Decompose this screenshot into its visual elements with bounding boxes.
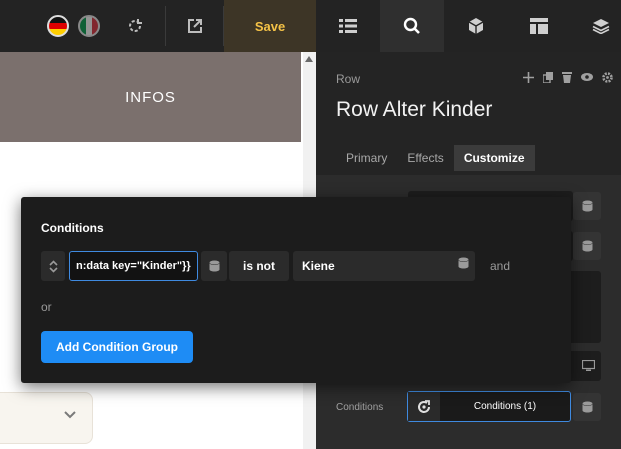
gear-icon[interactable] (602, 72, 613, 83)
or-label: or (41, 300, 52, 314)
preview-button[interactable] (182, 0, 208, 52)
scroll-up-icon[interactable] (305, 56, 313, 62)
element-actions (523, 72, 613, 83)
element-type-label: Row (336, 72, 361, 86)
canvas-dropdown[interactable] (0, 392, 93, 444)
condition-value-input[interactable]: Kiene (293, 251, 475, 281)
layout-icon (530, 18, 548, 34)
database-icon (209, 260, 220, 272)
database-icon[interactable] (573, 192, 601, 220)
top-toolbar: Save (0, 0, 621, 52)
tab-customize[interactable]: Customize (453, 145, 535, 171)
tab-primary[interactable]: Primary (336, 145, 397, 171)
monitor-icon (582, 360, 595, 371)
refresh-button[interactable] (122, 0, 148, 52)
move-icon[interactable] (523, 72, 534, 83)
and-button[interactable]: and (490, 259, 510, 273)
tab-layers[interactable] (581, 0, 621, 52)
element-title: Row Alter Kinder (336, 98, 493, 121)
trash-icon[interactable] (562, 72, 572, 83)
layers-icon (592, 18, 610, 34)
flag-germany-icon[interactable] (47, 15, 69, 37)
sort-handle[interactable] (41, 251, 65, 281)
refresh-icon (126, 17, 144, 35)
copy-icon[interactable] (543, 72, 553, 83)
database-icon[interactable] (573, 232, 601, 260)
save-button[interactable]: Save (224, 0, 316, 52)
conditions-icon (408, 392, 440, 421)
eye-icon[interactable] (581, 72, 593, 83)
sort-icon (48, 259, 58, 273)
condition-key-input[interactable]: n:data key="Kinder"}} (69, 251, 198, 281)
conditions-button-label: Conditions (1) (473, 401, 537, 412)
condition-value-text: Kiene (302, 259, 335, 273)
search-icon (403, 17, 421, 35)
external-link-icon (186, 17, 204, 35)
tab-effects[interactable]: Effects (397, 145, 453, 171)
database-icon[interactable] (458, 257, 469, 269)
dynamic-content-button[interactable] (201, 251, 227, 281)
tab-structure[interactable] (326, 0, 370, 52)
add-condition-group-button[interactable]: Add Condition Group (41, 331, 193, 363)
inspector-tabs: Primary Effects Customize (336, 145, 535, 171)
list-icon (339, 18, 357, 34)
tab-search[interactable] (380, 0, 444, 52)
conditions-button[interactable]: Conditions (1) (407, 391, 571, 422)
chevron-down-icon (64, 411, 76, 419)
popup-title: Conditions (41, 221, 104, 235)
tab-layout[interactable] (517, 0, 561, 52)
cube-icon (467, 17, 485, 35)
conditions-label: Conditions (336, 402, 384, 413)
condition-operator-select[interactable]: is not (229, 251, 289, 281)
flag-italy-icon[interactable] (78, 15, 100, 37)
conditions-popup: Conditions n:data key="Kinder"}} is not … (21, 197, 571, 383)
infos-banner: INFOS (0, 52, 301, 142)
tab-elements[interactable] (454, 0, 498, 52)
database-icon[interactable] (573, 393, 601, 421)
